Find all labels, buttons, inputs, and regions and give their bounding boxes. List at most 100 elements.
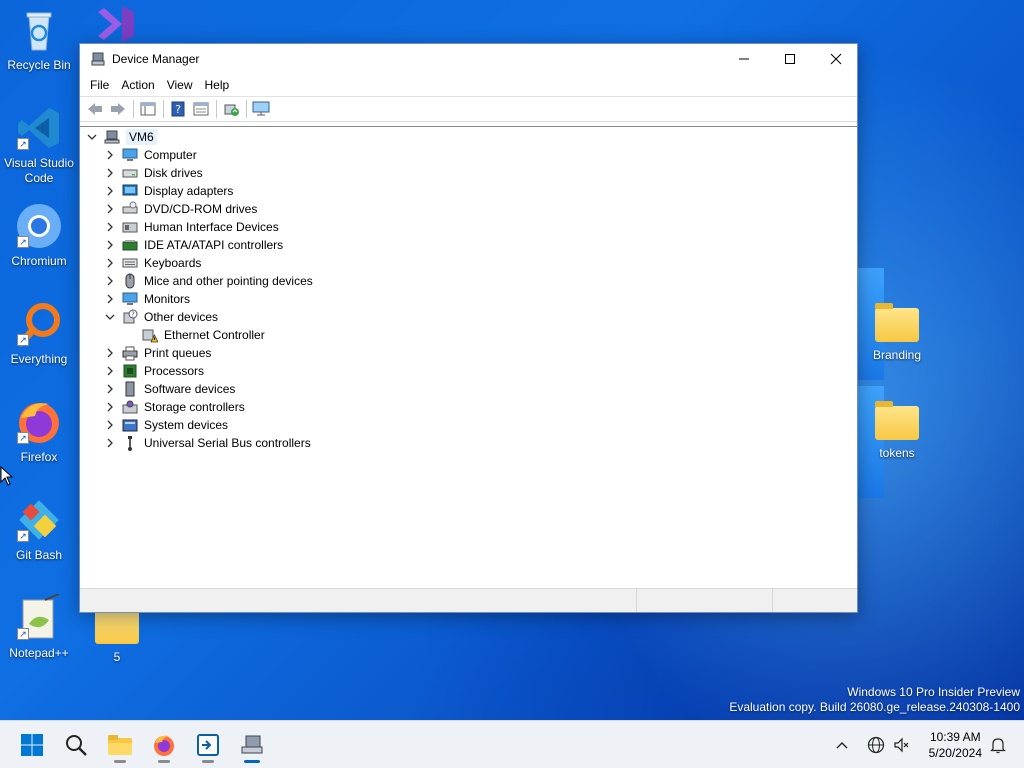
desktop-icon-git-bash[interactable]: ↗ Git Bash (2, 496, 76, 563)
speaker-muted-icon (894, 737, 909, 753)
disk-drive-icon (122, 169, 138, 178)
remote-desktop-icon (197, 734, 219, 756)
chevron-right-icon[interactable] (104, 149, 116, 161)
hid-icon (122, 222, 138, 233)
folder-icon (875, 303, 919, 342)
desktop-icon-label: Recycle Bin (7, 58, 71, 72)
tree-item-storage-controllers[interactable]: Storage controllers (104, 398, 245, 416)
help-icon: ? (171, 101, 185, 117)
chevron-right-icon[interactable] (104, 401, 116, 413)
desktop-icon-chromium[interactable]: ↗ Chromium (2, 202, 76, 269)
clock-time: 10:39 AM (929, 730, 981, 744)
keyboard-icon (122, 258, 138, 268)
shortcut-arrow-icon: ↗ (17, 432, 29, 444)
desktop-icon-firefox[interactable]: ↗ Firefox (2, 398, 76, 465)
tree-item-ethernet-controller[interactable]: Ethernet Controller (142, 326, 265, 344)
tree-item-software-devices[interactable]: Software devices (104, 380, 235, 398)
tree-item-ide-ata-atapi-controllers[interactable]: IDE ATA/ATAPI controllers (104, 236, 283, 254)
menu-view[interactable]: View (161, 78, 199, 92)
desktop-icon-recycle-bin[interactable]: Recycle Bin (2, 6, 76, 73)
desktop-icon-everything[interactable]: ↗ Everything (2, 300, 76, 367)
taskbar-firefox[interactable] (146, 727, 182, 763)
taskbar-file-explorer[interactable] (102, 727, 138, 763)
search-icon (66, 735, 87, 756)
menu-file[interactable]: File (84, 78, 115, 92)
desktop-icon-vscode[interactable]: ↗ Visual Studio Code (2, 104, 76, 186)
tree-root-label: VM6 (126, 129, 157, 145)
network-button[interactable] (862, 727, 890, 763)
tree-item-label: Print queues (144, 346, 212, 360)
taskbar-clock[interactable]: 10:39 AM 5/20/2024 (929, 729, 982, 761)
tree-item-mice-and-other-pointing-devices[interactable]: Mice and other pointing devices (104, 272, 313, 290)
chevron-right-icon[interactable] (104, 275, 116, 287)
device-manager-window[interactable]: Device Manager File Action View Help ? V… (79, 43, 858, 613)
notifications-button[interactable] (984, 727, 1012, 763)
tree-item-processors[interactable]: Processors (104, 362, 204, 380)
chevron-right-icon[interactable] (104, 365, 116, 377)
close-button[interactable] (813, 44, 859, 74)
chevron-down-icon[interactable] (104, 311, 116, 323)
chevron-right-icon[interactable] (104, 419, 116, 431)
tree-item-computer[interactable]: Computer (104, 146, 197, 164)
tree-item-universal-serial-bus-controllers[interactable]: Universal Serial Bus controllers (104, 434, 311, 452)
desktop-icon-tokens[interactable]: tokens (860, 398, 934, 461)
taskbar-device-manager[interactable] (234, 727, 270, 763)
chevron-right-icon[interactable] (104, 347, 116, 359)
forward-button[interactable] (107, 98, 129, 120)
search-button[interactable] (58, 727, 94, 763)
start-button[interactable] (14, 727, 50, 763)
unknown-device-icon: ? (123, 309, 138, 324)
menu-bar: File Action View Help (80, 74, 857, 96)
volume-button[interactable] (888, 727, 916, 763)
show-hidden-icons-button[interactable] (828, 727, 856, 763)
tree-item-keyboards[interactable]: Keyboards (104, 254, 201, 272)
mouse-icon (125, 273, 135, 289)
tree-item-monitors[interactable]: Monitors (104, 290, 190, 308)
watermark-line-1: Windows 10 Pro Insider Preview (847, 685, 1020, 699)
chevron-down-icon[interactable] (86, 131, 98, 143)
properties-icon (193, 102, 209, 116)
window-title: Device Manager (112, 52, 200, 66)
chevron-right-icon[interactable] (104, 239, 116, 251)
minimize-button[interactable] (721, 44, 767, 74)
tree-item-label: Software devices (144, 382, 236, 396)
show-hide-console-tree-button[interactable] (137, 98, 159, 120)
tree-item-label: Other devices (144, 310, 219, 324)
device-tree[interactable]: VM6 Computer Disk drives Display adapters D… (80, 126, 857, 588)
back-button[interactable] (84, 98, 106, 120)
chevron-right-icon[interactable] (104, 167, 116, 179)
notepad-plus-plus-icon: ↗ (15, 593, 63, 642)
tree-item-other-devices[interactable]: ? Other devices (104, 308, 218, 326)
tree-item-human-interface-devices[interactable]: Human Interface Devices (104, 218, 279, 236)
chevron-right-icon[interactable] (104, 257, 116, 269)
maximize-icon (785, 54, 795, 64)
status-cell (80, 589, 637, 612)
tree-item-display-adapters[interactable]: Display adapters (104, 182, 233, 200)
mouse-cursor-icon (0, 466, 14, 486)
menu-help[interactable]: Help (199, 78, 236, 92)
tree-item-system-devices[interactable]: System devices (104, 416, 228, 434)
update-driver-button[interactable] (220, 98, 242, 120)
maximize-button[interactable] (767, 44, 813, 74)
chevron-right-icon[interactable] (104, 293, 116, 305)
tree-item-disk-drives[interactable]: Disk drives (104, 164, 203, 182)
tree-item-label: Ethernet Controller (164, 328, 265, 342)
chevron-right-icon[interactable] (104, 203, 116, 215)
folder-icon (95, 605, 139, 644)
scan-hardware-changes-button[interactable] (250, 98, 272, 120)
chevron-right-icon[interactable] (104, 185, 116, 197)
computer-network-icon (104, 130, 120, 144)
properties-view-button[interactable] (190, 98, 212, 120)
tree-item-dvd-cd-rom-drives[interactable]: DVD/CD-ROM drives (104, 200, 257, 218)
title-bar[interactable]: Device Manager (80, 44, 857, 74)
help-button[interactable]: ? (167, 98, 189, 120)
tree-root[interactable]: VM6 (86, 128, 157, 146)
desktop-icon-branding[interactable]: Branding (860, 300, 934, 363)
chevron-right-icon[interactable] (104, 437, 116, 449)
chevron-right-icon[interactable] (104, 221, 116, 233)
desktop-icon-notepad-plus-plus[interactable]: ↗ Notepad++ (2, 593, 76, 661)
tree-item-print-queues[interactable]: Print queues (104, 344, 211, 362)
chevron-right-icon[interactable] (104, 383, 116, 395)
taskbar-remote-app[interactable] (190, 727, 226, 763)
menu-action[interactable]: Action (115, 78, 160, 92)
